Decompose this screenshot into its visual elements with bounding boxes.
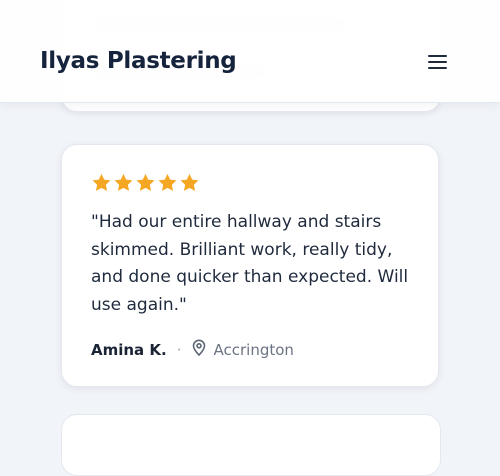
hamburger-menu-button[interactable] (424, 50, 452, 74)
site-header: Ilyas Plastering (0, 0, 500, 102)
review-card: "Had our entire hallway and stairs skimm… (61, 144, 439, 387)
separator-dot: · (176, 340, 182, 359)
hamburger-line (428, 67, 447, 69)
hamburger-menu-icon (428, 55, 447, 57)
review-location: Accrington (213, 340, 294, 359)
star-icon (135, 173, 156, 193)
star-icon (91, 173, 112, 193)
hamburger-line (428, 61, 447, 63)
star-icon (113, 173, 134, 193)
star-icon (157, 173, 178, 193)
brand-logo-text[interactable]: Ilyas Plastering (40, 48, 237, 74)
review-footer: Amina K. · Accrington (91, 339, 294, 360)
star-icon (179, 173, 200, 193)
next-review-card (61, 414, 441, 476)
review-quote: "Had our entire hallway and stairs skimm… (91, 212, 409, 315)
review-author: Amina K. (91, 340, 167, 359)
map-pin-icon (192, 339, 206, 360)
star-rating (91, 173, 200, 193)
